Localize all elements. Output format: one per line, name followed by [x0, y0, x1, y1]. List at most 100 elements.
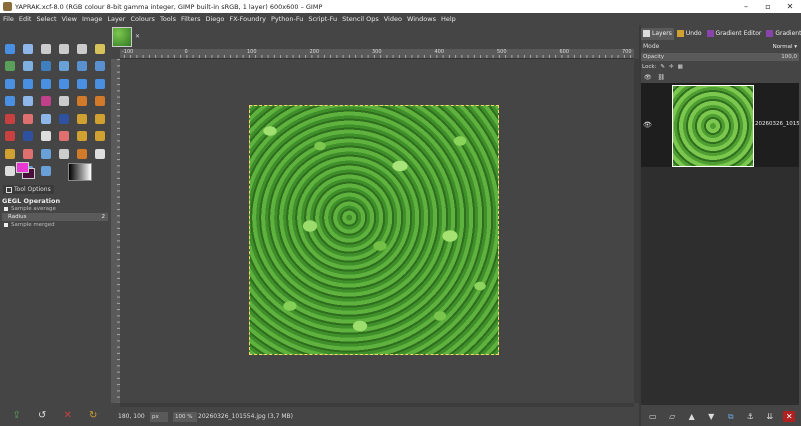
- tab-undo[interactable]: Undo: [675, 28, 704, 40]
- lock-pixels-icon[interactable]: ✎: [660, 64, 665, 70]
- perspective-clone-tool-button[interactable]: [20, 129, 36, 144]
- crop-tool-button[interactable]: [20, 76, 36, 91]
- ink-tool-button[interactable]: [56, 111, 72, 126]
- menu-file[interactable]: File: [3, 15, 14, 23]
- smudge-tool-button[interactable]: [56, 129, 72, 144]
- zoom-tool-button[interactable]: [92, 59, 108, 74]
- merge-layer-icon[interactable]: ⇊: [764, 411, 776, 422]
- free-select-tool-button[interactable]: [74, 41, 90, 56]
- mypaint-brush-tool-button[interactable]: [74, 111, 90, 126]
- threshold-tool-button[interactable]: [74, 146, 90, 161]
- shear-tool-button[interactable]: [74, 76, 90, 91]
- restore-tool-preset-icon[interactable]: ↺: [38, 410, 46, 421]
- flip-tool-button[interactable]: [2, 94, 18, 109]
- foreground-select-tool-button[interactable]: [38, 59, 54, 74]
- move-tool-button[interactable]: [2, 41, 18, 56]
- image-tab[interactable]: ✕: [111, 25, 143, 49]
- measure-tool-button[interactable]: [2, 76, 18, 91]
- menu-select[interactable]: Select: [36, 15, 56, 23]
- fg-bg-colors[interactable]: [16, 162, 36, 182]
- tab-gradients[interactable]: Gradients: [764, 28, 801, 40]
- canvas-area[interactable]: [120, 59, 634, 403]
- tab-tool-options[interactable]: Tool Options: [3, 185, 54, 194]
- menu-view[interactable]: View: [62, 15, 77, 23]
- tab-gradient-editor[interactable]: Gradient Editor: [705, 28, 764, 40]
- layer-name[interactable]: 20260326_10155: [755, 121, 799, 127]
- image-canvas[interactable]: [249, 105, 499, 355]
- color-balance-tool-button[interactable]: [56, 146, 72, 161]
- menu-fx-foundry[interactable]: FX-Foundry: [229, 15, 266, 23]
- heal-tool-button[interactable]: [2, 129, 18, 144]
- paths-tool-button[interactable]: [56, 59, 72, 74]
- raise-layer-icon[interactable]: ▲: [686, 411, 698, 422]
- sample-average-toggle[interactable]: Sample average: [0, 205, 110, 212]
- rect-select-tool-button[interactable]: [38, 41, 54, 56]
- paintbrush-tool-button[interactable]: [2, 111, 18, 126]
- menu-python-fu[interactable]: Python-Fu: [271, 15, 303, 23]
- rotate-tool-button[interactable]: [38, 76, 54, 91]
- zoom-tool-tool-button[interactable]: [38, 164, 54, 179]
- radius-spinner[interactable]: Radius 2: [2, 213, 108, 221]
- menu-layer[interactable]: Layer: [107, 15, 125, 23]
- gegl-operation-tool-button[interactable]: [2, 146, 18, 161]
- tab-layers[interactable]: Layers: [641, 27, 674, 40]
- zoom-select[interactable]: 100 %: [173, 411, 197, 422]
- layer-thumbnail[interactable]: [672, 85, 754, 167]
- minimize-button[interactable]: –: [735, 0, 757, 13]
- airbrush-tool-button[interactable]: [38, 111, 54, 126]
- delete-tool-preset-icon[interactable]: ✕: [64, 410, 72, 421]
- fuzzy-select-tool-button[interactable]: [92, 41, 108, 56]
- align-tool-button[interactable]: [20, 41, 36, 56]
- menu-help[interactable]: Help: [441, 15, 456, 23]
- sample-merged-toggle[interactable]: Sample merged: [0, 221, 110, 228]
- layers-list[interactable]: 👁 20260326_10155: [641, 83, 799, 405]
- eraser-tool-button[interactable]: [20, 111, 36, 126]
- color-picker-tool-button[interactable]: [74, 59, 90, 74]
- lower-layer-icon[interactable]: ▼: [705, 411, 717, 422]
- menu-stencil-ops[interactable]: Stencil Ops: [342, 15, 379, 23]
- save-tool-preset-icon[interactable]: ⇪: [13, 410, 21, 421]
- new-layer-icon[interactable]: ▭: [647, 411, 659, 422]
- lock-position-icon[interactable]: ✛: [669, 64, 674, 70]
- menu-colours[interactable]: Colours: [130, 15, 154, 23]
- vertical-ruler[interactable]: [111, 59, 120, 403]
- text-tool-tool-button[interactable]: [92, 146, 108, 161]
- select-by-color-tool-button[interactable]: [2, 59, 18, 74]
- menu-tools[interactable]: Tools: [160, 15, 176, 23]
- menu-video[interactable]: Video: [384, 15, 402, 23]
- new-layer-group-icon[interactable]: ▱: [666, 411, 678, 422]
- layer-row[interactable]: 👁 20260326_10155: [641, 83, 799, 167]
- scissors-tool-button[interactable]: [20, 59, 36, 74]
- close-button[interactable]: ✕: [779, 0, 801, 13]
- reset-tool-options-icon[interactable]: ↻: [89, 410, 97, 421]
- duplicate-layer-icon[interactable]: ⧉: [725, 411, 737, 422]
- foreground-color-swatch[interactable]: [16, 162, 29, 173]
- warp-tool-button[interactable]: [38, 94, 54, 109]
- anchor-layer-icon[interactable]: ⚓: [744, 411, 756, 422]
- bucket-fill-tool-button[interactable]: [74, 94, 90, 109]
- menu-diego[interactable]: Diego: [205, 15, 224, 23]
- unit-select[interactable]: px: [150, 411, 168, 422]
- blur-tool-button[interactable]: [38, 129, 54, 144]
- menu-image[interactable]: Image: [82, 15, 102, 23]
- ellipse-select-tool-button[interactable]: [56, 41, 72, 56]
- unified-transform-tool-button[interactable]: [38, 146, 54, 161]
- dodge-burn-tool-button[interactable]: [74, 129, 90, 144]
- menu-windows[interactable]: Windows: [407, 15, 436, 23]
- maximize-button[interactable]: ▫: [757, 0, 779, 13]
- clone-tool-button[interactable]: [92, 111, 108, 126]
- horizontal-ruler[interactable]: -1000100200300400500600700800: [120, 49, 694, 59]
- delete-layer-icon[interactable]: ✕: [783, 411, 796, 422]
- menu-filters[interactable]: Filters: [181, 15, 200, 23]
- menu-script-fu[interactable]: Script-Fu: [308, 15, 337, 23]
- text-tool-button[interactable]: [56, 94, 72, 109]
- cage-tool-button[interactable]: [20, 94, 36, 109]
- scale-tool-button[interactable]: [56, 76, 72, 91]
- image-thumbnail[interactable]: [112, 27, 132, 47]
- lock-alpha-icon[interactable]: ▦: [678, 64, 683, 70]
- gradient-tool-button[interactable]: [92, 129, 108, 144]
- layer-visibility-icon[interactable]: 👁: [643, 121, 652, 129]
- mode-select[interactable]: Normal ▾: [773, 44, 797, 50]
- handle-transform-tool-button[interactable]: [20, 146, 36, 161]
- brush-pattern-gradient-indicator[interactable]: [68, 163, 92, 181]
